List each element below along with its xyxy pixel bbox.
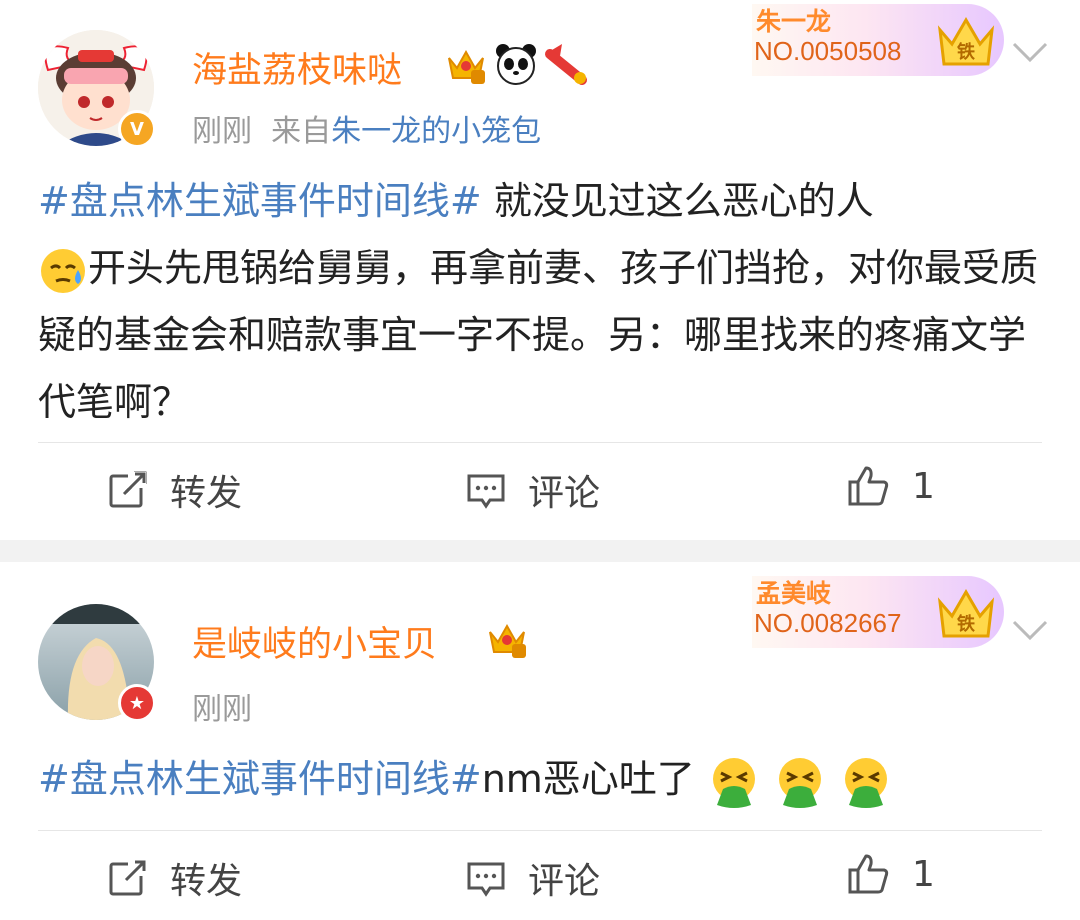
post-meta: 刚刚	[192, 684, 252, 728]
weibo-comment-1: V 海盐荔枝味哒 刚刚 来自朱一龙的小笼包 朱一龙 NO.0050508 铁 #…	[0, 0, 1080, 540]
fan-badge-idol-name: 孟美岐	[756, 579, 832, 608]
comment-button[interactable]: 评论	[466, 852, 600, 904]
username[interactable]: 海盐荔枝味哒	[192, 42, 402, 93]
verified-v-icon: V	[118, 110, 156, 148]
thumbs-up-icon	[848, 466, 889, 506]
like-button[interactable]: 1	[846, 852, 935, 896]
weibo-comment-2: ★ 是岐岐的小宝贝 刚刚 孟美岐 NO.0082667 铁 #盘点林生斌事件时间…	[0, 562, 1080, 920]
crown-badge-icon	[448, 49, 485, 84]
repost-label: 转发	[170, 861, 243, 902]
post-text-1: nm恶心吐了	[481, 757, 695, 801]
divider	[38, 442, 1042, 443]
gift-icon	[545, 44, 587, 85]
post-content: #盘点林生斌事件时间线# 就没见过这么恶心的人 开头先甩锅给舅舅，再拿前妻、孩子…	[38, 168, 1048, 436]
crown-level-text: 铁	[957, 613, 975, 635]
post-meta: 刚刚 来自朱一龙的小笼包	[192, 106, 541, 150]
hashtag-link[interactable]: #盘点林生斌事件时间线#	[38, 179, 482, 223]
fan-badge-number: NO.0082667	[754, 608, 902, 638]
comment-button[interactable]: 评论	[466, 464, 600, 516]
vomit-emoji-icon	[845, 757, 888, 808]
fan-badge-card[interactable]: 孟美岐 NO.0082667 铁	[752, 576, 1004, 648]
crown-level-text: 铁	[957, 41, 975, 63]
post-separator	[0, 540, 1080, 562]
username[interactable]: 是岐岐的小宝贝	[192, 616, 437, 667]
verified-star-icon: ★	[118, 684, 156, 722]
post-time: 刚刚	[192, 114, 252, 149]
iron-crown-icon: 铁	[937, 589, 995, 638]
comment-icon	[467, 862, 505, 897]
like-button[interactable]: 1	[846, 464, 935, 508]
hashtag-link[interactable]: #盘点林生斌事件时间线#	[38, 757, 482, 801]
repost-icon	[109, 860, 146, 896]
crown-badge-icon	[489, 623, 526, 658]
fan-badge-card[interactable]: 朱一龙 NO.0050508 铁	[752, 4, 1004, 76]
fan-badge-idol-name: 朱一龙	[756, 7, 832, 36]
chevron-down-icon[interactable]	[1010, 618, 1050, 642]
post-text-1: 就没见过这么恶心的人	[481, 179, 874, 223]
post-content: #盘点林生斌事件时间线#nm恶心吐了	[38, 746, 1048, 813]
divider	[38, 830, 1042, 831]
like-count: 1	[912, 465, 935, 507]
source-prefix: 来自	[271, 114, 332, 149]
source-link[interactable]: 朱一龙的小笼包	[331, 114, 541, 149]
repost-button[interactable]: 转发	[108, 464, 242, 516]
vomit-emoji-icon	[712, 757, 755, 808]
repost-icon	[109, 471, 147, 508]
thumbs-up-icon	[848, 854, 889, 894]
comment-icon	[467, 474, 505, 509]
iron-crown-icon: 铁	[937, 17, 995, 66]
like-count: 1	[912, 853, 935, 895]
sweat-emoji-icon	[41, 248, 85, 293]
post-time: 刚刚	[192, 692, 252, 727]
chevron-down-icon[interactable]	[1010, 40, 1050, 64]
fan-badge-number: NO.0050508	[754, 36, 902, 66]
comment-label: 评论	[528, 861, 601, 902]
repost-label: 转发	[170, 473, 243, 514]
post-text-2: 开头先甩锅给舅舅，再拿前妻、孩子们挡抢，对你最受质疑的基金会和赔款事宜一字不提。…	[38, 246, 1039, 424]
comment-label: 评论	[528, 473, 601, 514]
panda-icon	[496, 44, 536, 85]
repost-button[interactable]: 转发	[108, 852, 242, 904]
vomit-emoji-icon	[778, 757, 821, 808]
